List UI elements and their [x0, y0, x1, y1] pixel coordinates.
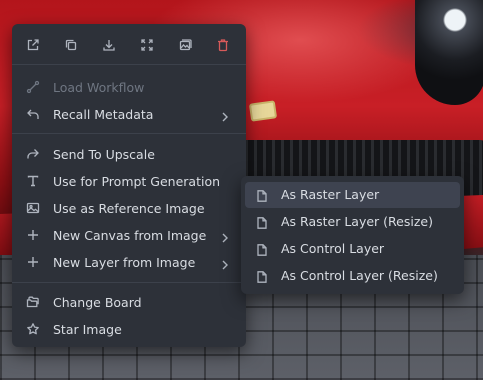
- menu-item-use-for-prompt-generation[interactable]: Use for Prompt Generation: [12, 168, 246, 195]
- menu-toolbar: [12, 24, 246, 64]
- submenu-item-as-raster-layer-resize[interactable]: As Raster Layer (Resize): [245, 209, 460, 235]
- submenu-item-as-raster-layer[interactable]: As Raster Layer: [245, 182, 460, 208]
- menu-item-label: Recall Metadata: [53, 107, 154, 122]
- submenu-item-label: As Raster Layer (Resize): [281, 214, 433, 229]
- menu-item-change-board[interactable]: Change Board: [12, 289, 246, 316]
- star-icon: [26, 322, 40, 336]
- menu-item-label: Use for Prompt Generation: [53, 174, 221, 189]
- menu-item-label: Change Board: [53, 295, 142, 310]
- submenu-item-label: As Raster Layer: [281, 187, 380, 202]
- image-context-menu: Load Workflow Recall Metadata Send To Up…: [12, 24, 246, 347]
- menu-divider: [12, 133, 246, 134]
- file-icon: [255, 242, 269, 256]
- submenu-item-as-control-layer[interactable]: As Control Layer: [245, 236, 460, 262]
- menu-item-new-layer-from-image[interactable]: New Layer from Image: [12, 249, 246, 276]
- menu-item-recall-metadata[interactable]: Recall Metadata: [12, 101, 246, 128]
- share-arrow-icon: [26, 147, 40, 161]
- file-icon: [255, 215, 269, 229]
- trash-icon[interactable]: [213, 35, 233, 55]
- submenu-item-as-control-layer-resize[interactable]: As Control Layer (Resize): [245, 263, 460, 289]
- plus-icon: [26, 255, 40, 269]
- image-icon: [26, 201, 40, 215]
- flow-icon: [26, 80, 40, 94]
- menu-divider: [12, 64, 246, 65]
- menu-item-use-as-reference-image[interactable]: Use as Reference Image: [12, 195, 246, 222]
- text-t-icon: [26, 174, 40, 188]
- menu-item-label: New Layer from Image: [53, 255, 196, 270]
- menu-item-label: New Canvas from Image: [53, 228, 207, 243]
- chevron-right-icon: [219, 108, 231, 122]
- submenu-item-label: As Control Layer (Resize): [281, 268, 438, 283]
- menu-item-label: Load Workflow: [53, 80, 145, 95]
- file-icon: [255, 188, 269, 202]
- menu-item-star-image[interactable]: Star Image: [12, 316, 246, 343]
- fullscreen-icon[interactable]: [137, 35, 157, 55]
- plus-icon: [26, 228, 40, 242]
- download-icon[interactable]: [99, 35, 119, 55]
- folders-icon: [26, 295, 40, 309]
- open-in-new-tab-icon[interactable]: [23, 35, 43, 55]
- file-icon: [255, 269, 269, 283]
- menu-divider: [12, 282, 246, 283]
- car-headlight: [415, 0, 483, 105]
- menu-item-new-canvas-from-image[interactable]: New Canvas from Image: [12, 222, 246, 249]
- menu-item-label: Use as Reference Image: [53, 201, 205, 216]
- car-badge: [248, 100, 278, 122]
- menu-item-label: Star Image: [53, 322, 122, 337]
- gallery-icon[interactable]: [175, 35, 195, 55]
- menu-item-send-to-upscale[interactable]: Send To Upscale: [12, 141, 246, 168]
- menu-item-load-workflow[interactable]: Load Workflow: [12, 74, 246, 101]
- menu-item-label: Send To Upscale: [53, 147, 155, 162]
- chevron-right-icon: [219, 256, 231, 270]
- new-layer-submenu: As Raster Layer As Raster Layer (Resize)…: [241, 176, 464, 294]
- copy-icon[interactable]: [61, 35, 81, 55]
- chevron-right-icon: [219, 229, 231, 243]
- submenu-item-label: As Control Layer: [281, 241, 385, 256]
- undo-icon: [26, 107, 40, 121]
